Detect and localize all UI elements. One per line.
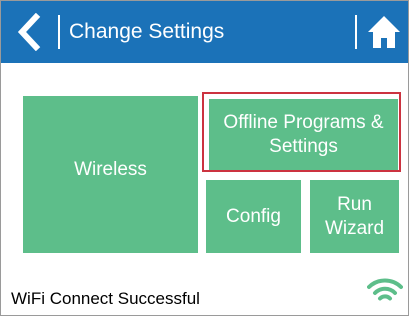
header-bar: Change Settings bbox=[1, 1, 408, 63]
settings-screen: Change Settings Wireless Offline Program… bbox=[0, 0, 409, 316]
header-divider-right bbox=[355, 15, 357, 49]
run-wizard-button[interactable]: Run Wizard bbox=[310, 180, 399, 253]
run-wizard-label-line2: Wizard bbox=[324, 217, 385, 239]
wifi-icon bbox=[367, 278, 403, 301]
home-icon bbox=[368, 16, 400, 48]
home-button[interactable] bbox=[366, 14, 402, 50]
page-title: Change Settings bbox=[69, 20, 225, 43]
chevron-left-icon bbox=[17, 12, 41, 52]
status-message: WiFi Connect Successful bbox=[11, 289, 200, 308]
wireless-button[interactable]: Wireless bbox=[23, 96, 198, 253]
header-divider-left bbox=[58, 15, 60, 49]
config-button[interactable]: Config bbox=[206, 180, 301, 253]
back-button[interactable] bbox=[11, 12, 47, 52]
config-label: Config bbox=[226, 205, 281, 227]
run-wizard-label-line1: Run bbox=[337, 193, 372, 215]
wireless-label: Wireless bbox=[74, 158, 147, 180]
selection-highlight bbox=[202, 92, 401, 172]
